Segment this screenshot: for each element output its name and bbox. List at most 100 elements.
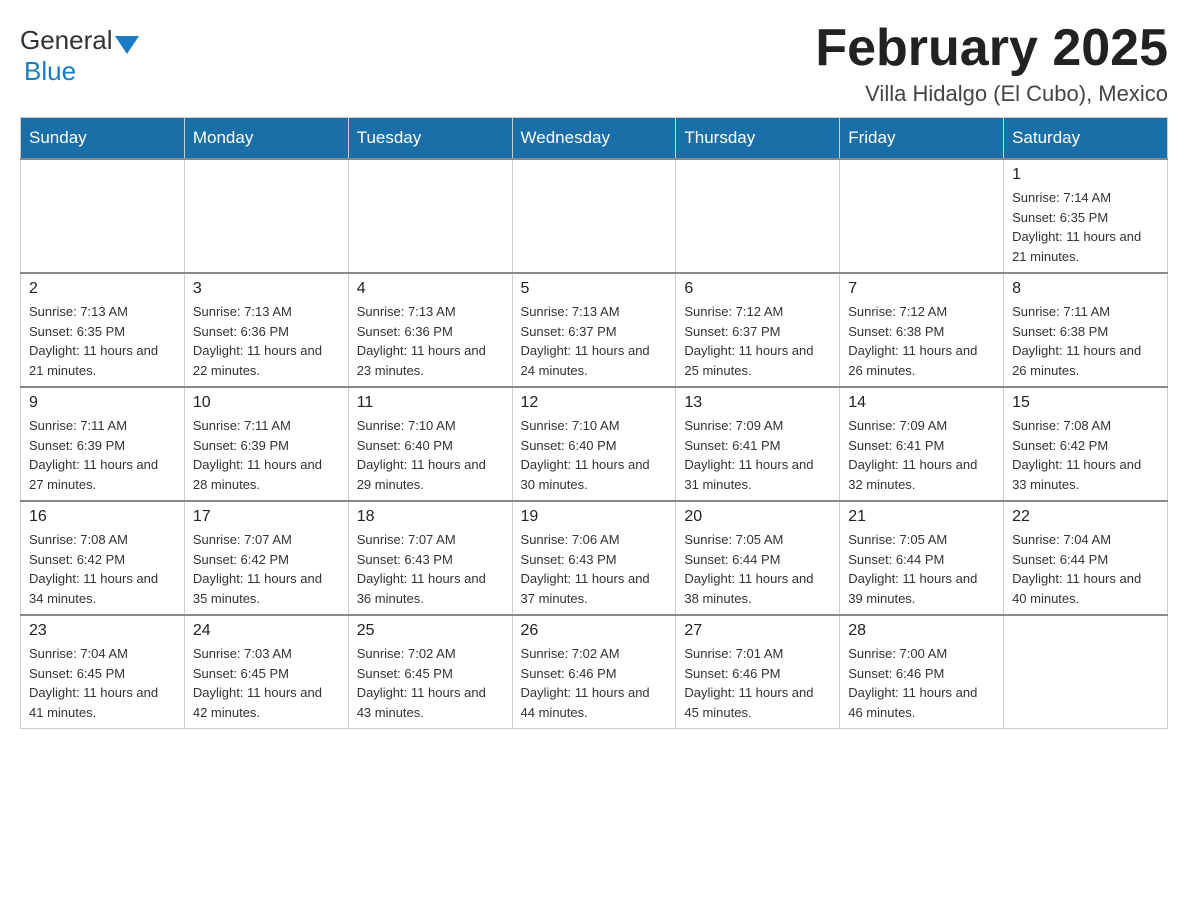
day-info: Sunrise: 7:13 AMSunset: 6:37 PMDaylight:… xyxy=(521,302,668,380)
calendar-cell: 8Sunrise: 7:11 AMSunset: 6:38 PMDaylight… xyxy=(1004,273,1168,387)
day-number: 4 xyxy=(357,280,504,298)
calendar-cell: 25 Sunrise: 7:02 AMSunset: 6:45 PMDayligh… xyxy=(348,615,512,729)
day-number: 24 xyxy=(193,622,340,640)
day-number: 6 xyxy=(684,280,831,298)
logo-general-text: General xyxy=(20,25,113,56)
calendar-cell: 18 Sunrise: 7:07 AMSunset: 6:43 PMDayligh… xyxy=(348,501,512,615)
logo-blue-text: Blue xyxy=(24,56,76,86)
calendar-table: SundayMondayTuesdayWednesdayThursdayFrid… xyxy=(20,117,1168,729)
calendar-cell: 20 Sunrise: 7:05 AMSunset: 6:44 PMDayligh… xyxy=(676,501,840,615)
day-info: Sunrise: 7:13 AMSunset: 6:35 PMDaylight:… xyxy=(29,302,176,380)
calendar-cell: 28Sunrise: 7:00 AMSunset: 6:46 PMDayligh… xyxy=(840,615,1004,729)
calendar-cell: 5 Sunrise: 7:13 AMSunset: 6:37 PMDaylight… xyxy=(512,273,676,387)
day-info: Sunrise: 7:02 AMSunset: 6:45 PMDaylight:… xyxy=(357,644,504,722)
calendar-cell xyxy=(184,159,348,273)
day-info: Sunrise: 7:08 AMSunset: 6:42 PMDaylight:… xyxy=(1012,416,1159,494)
location-title: Villa Hidalgo (El Cubo), Mexico xyxy=(815,81,1168,107)
day-info: Sunrise: 7:05 AMSunset: 6:44 PMDaylight:… xyxy=(684,530,831,608)
day-info: Sunrise: 7:08 AMSunset: 6:42 PMDaylight:… xyxy=(29,530,176,608)
day-number: 5 xyxy=(521,280,668,298)
page-header: General Blue February 2025 Villa Hidalgo… xyxy=(20,20,1168,107)
day-info: Sunrise: 7:04 AMSunset: 6:44 PMDaylight:… xyxy=(1012,530,1159,608)
day-number: 23 xyxy=(29,622,176,640)
calendar-cell xyxy=(348,159,512,273)
day-info: Sunrise: 7:07 AMSunset: 6:42 PMDaylight:… xyxy=(193,530,340,608)
calendar-cell: 26 Sunrise: 7:02 AMSunset: 6:46 PMDayligh… xyxy=(512,615,676,729)
day-info: Sunrise: 7:12 AMSunset: 6:37 PMDaylight:… xyxy=(684,302,831,380)
calendar-cell: 17 Sunrise: 7:07 AMSunset: 6:42 PMDayligh… xyxy=(184,501,348,615)
day-info: Sunrise: 7:07 AMSunset: 6:43 PMDaylight:… xyxy=(357,530,504,608)
weekday-header-saturday: Saturday xyxy=(1004,118,1168,160)
calendar-cell: 14 Sunrise: 7:09 AMSunset: 6:41 PMDayligh… xyxy=(840,387,1004,501)
calendar-cell: 21 Sunrise: 7:05 AMSunset: 6:44 PMDayligh… xyxy=(840,501,1004,615)
weekday-header-sunday: Sunday xyxy=(21,118,185,160)
week-row-5: 23 Sunrise: 7:04 AMSunset: 6:45 PMDayligh… xyxy=(21,615,1168,729)
day-number: 1 xyxy=(1012,166,1159,184)
calendar-cell: 19 Sunrise: 7:06 AMSunset: 6:43 PMDayligh… xyxy=(512,501,676,615)
calendar-cell: 1Sunrise: 7:14 AMSunset: 6:35 PMDaylight… xyxy=(1004,159,1168,273)
day-number: 12 xyxy=(521,394,668,412)
day-number: 18 xyxy=(357,508,504,526)
weekday-header-thursday: Thursday xyxy=(676,118,840,160)
calendar-cell xyxy=(1004,615,1168,729)
logo-arrow-icon xyxy=(115,36,139,54)
weekday-header-friday: Friday xyxy=(840,118,1004,160)
weekday-header-tuesday: Tuesday xyxy=(348,118,512,160)
day-info: Sunrise: 7:01 AMSunset: 6:46 PMDaylight:… xyxy=(684,644,831,722)
weekday-header-wednesday: Wednesday xyxy=(512,118,676,160)
day-number: 10 xyxy=(193,394,340,412)
day-info: Sunrise: 7:03 AMSunset: 6:45 PMDaylight:… xyxy=(193,644,340,722)
day-number: 9 xyxy=(29,394,176,412)
day-info: Sunrise: 7:09 AMSunset: 6:41 PMDaylight:… xyxy=(848,416,995,494)
week-row-4: 16 Sunrise: 7:08 AMSunset: 6:42 PMDayligh… xyxy=(21,501,1168,615)
day-number: 20 xyxy=(684,508,831,526)
day-number: 11 xyxy=(357,394,504,412)
calendar-cell: 3Sunrise: 7:13 AMSunset: 6:36 PMDaylight… xyxy=(184,273,348,387)
day-number: 28 xyxy=(848,622,995,640)
calendar-cell xyxy=(512,159,676,273)
day-number: 16 xyxy=(29,508,176,526)
day-info: Sunrise: 7:02 AMSunset: 6:46 PMDaylight:… xyxy=(521,644,668,722)
calendar-cell xyxy=(840,159,1004,273)
day-info: Sunrise: 7:13 AMSunset: 6:36 PMDaylight:… xyxy=(357,302,504,380)
day-number: 13 xyxy=(684,394,831,412)
calendar-cell: 6 Sunrise: 7:12 AMSunset: 6:37 PMDaylight… xyxy=(676,273,840,387)
calendar-cell: 13 Sunrise: 7:09 AMSunset: 6:41 PMDayligh… xyxy=(676,387,840,501)
day-info: Sunrise: 7:11 AMSunset: 6:39 PMDaylight:… xyxy=(29,416,176,494)
week-row-3: 9 Sunrise: 7:11 AMSunset: 6:39 PMDaylight… xyxy=(21,387,1168,501)
day-number: 21 xyxy=(848,508,995,526)
day-number: 19 xyxy=(521,508,668,526)
calendar-cell: 22 Sunrise: 7:04 AMSunset: 6:44 PMDayligh… xyxy=(1004,501,1168,615)
day-info: Sunrise: 7:09 AMSunset: 6:41 PMDaylight:… xyxy=(684,416,831,494)
day-number: 22 xyxy=(1012,508,1159,526)
day-number: 3 xyxy=(193,280,340,298)
month-title: February 2025 xyxy=(815,20,1168,77)
week-row-1: 1Sunrise: 7:14 AMSunset: 6:35 PMDaylight… xyxy=(21,159,1168,273)
day-info: Sunrise: 7:10 AMSunset: 6:40 PMDaylight:… xyxy=(357,416,504,494)
calendar-cell: 9 Sunrise: 7:11 AMSunset: 6:39 PMDaylight… xyxy=(21,387,185,501)
day-number: 15 xyxy=(1012,394,1159,412)
title-block: February 2025 Villa Hidalgo (El Cubo), M… xyxy=(815,20,1168,107)
day-info: Sunrise: 7:06 AMSunset: 6:43 PMDaylight:… xyxy=(521,530,668,608)
day-number: 2 xyxy=(29,280,176,298)
week-row-2: 2 Sunrise: 7:13 AMSunset: 6:35 PMDaylight… xyxy=(21,273,1168,387)
calendar-cell: 15 Sunrise: 7:08 AMSunset: 6:42 PMDayligh… xyxy=(1004,387,1168,501)
day-number: 14 xyxy=(848,394,995,412)
day-info: Sunrise: 7:05 AMSunset: 6:44 PMDaylight:… xyxy=(848,530,995,608)
calendar-cell: 4 Sunrise: 7:13 AMSunset: 6:36 PMDaylight… xyxy=(348,273,512,387)
calendar-cell: 23 Sunrise: 7:04 AMSunset: 6:45 PMDayligh… xyxy=(21,615,185,729)
day-info: Sunrise: 7:11 AMSunset: 6:38 PMDaylight:… xyxy=(1012,302,1159,380)
day-number: 7 xyxy=(848,280,995,298)
day-number: 25 xyxy=(357,622,504,640)
calendar-cell: 2 Sunrise: 7:13 AMSunset: 6:35 PMDaylight… xyxy=(21,273,185,387)
day-number: 17 xyxy=(193,508,340,526)
calendar-cell: 12Sunrise: 7:10 AMSunset: 6:40 PMDayligh… xyxy=(512,387,676,501)
calendar-cell: 16 Sunrise: 7:08 AMSunset: 6:42 PMDayligh… xyxy=(21,501,185,615)
day-number: 27 xyxy=(684,622,831,640)
calendar-cell: 10Sunrise: 7:11 AMSunset: 6:39 PMDayligh… xyxy=(184,387,348,501)
calendar-cell: 7Sunrise: 7:12 AMSunset: 6:38 PMDaylight… xyxy=(840,273,1004,387)
day-info: Sunrise: 7:04 AMSunset: 6:45 PMDaylight:… xyxy=(29,644,176,722)
calendar-cell xyxy=(676,159,840,273)
calendar-cell xyxy=(21,159,185,273)
day-number: 26 xyxy=(521,622,668,640)
